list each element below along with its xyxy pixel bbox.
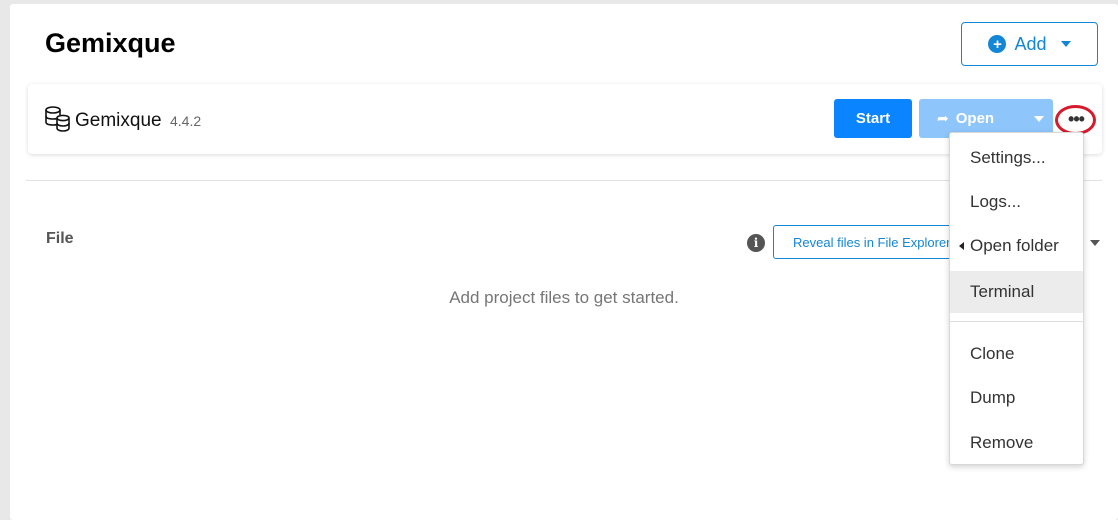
- menu-item-label: Logs...: [970, 192, 1022, 211]
- add-button-label: Add: [1014, 33, 1047, 54]
- page-title: Gemixque: [45, 28, 176, 58]
- chevron-down-icon: [1034, 115, 1044, 122]
- menu-item-logs[interactable]: Logs...: [950, 186, 1083, 218]
- open-button-label: Open: [955, 110, 995, 127]
- sign-in-icon: ➦: [937, 110, 949, 126]
- menu-item-settings[interactable]: Settings...: [950, 142, 1083, 174]
- chevron-down-icon[interactable]: [1090, 240, 1100, 246]
- menu-separator: [950, 321, 1083, 322]
- database-version: 4.4.2: [170, 113, 202, 129]
- menu-item-remove[interactable]: Remove: [950, 427, 1083, 459]
- menu-item-open-folder[interactable]: Open folder: [950, 230, 1083, 262]
- menu-item-label: Settings...: [970, 148, 1046, 167]
- more-options-menu: Settings... Logs... Open folder Terminal…: [949, 132, 1084, 465]
- chevron-left-icon: [959, 242, 964, 250]
- menu-item-label: Terminal: [970, 282, 1035, 301]
- database-name: Gemixque: [75, 110, 162, 131]
- project-panel: Gemixque + Add Gemixque 4.4.2 Start ➦ Op…: [10, 4, 1118, 520]
- add-button[interactable]: + Add: [961, 22, 1098, 66]
- menu-item-clone[interactable]: Clone: [950, 338, 1083, 370]
- menu-item-label: Remove: [970, 433, 1034, 452]
- start-button[interactable]: Start: [834, 99, 912, 138]
- menu-item-terminal[interactable]: Terminal: [950, 271, 1083, 313]
- menu-item-label: Clone: [970, 344, 1015, 363]
- info-icon[interactable]: i: [747, 234, 765, 252]
- more-options-button[interactable]: •••: [1058, 104, 1094, 134]
- section-divider: [26, 180, 1102, 181]
- plus-circle-icon: +: [988, 35, 1007, 53]
- chevron-down-icon: [1060, 41, 1071, 47]
- database-icon: [45, 106, 70, 132]
- database-card: Gemixque 4.4.2 Start ➦ Open •••: [28, 84, 1102, 154]
- menu-item-dump[interactable]: Dump: [950, 382, 1083, 414]
- files-section-label: File: [46, 230, 74, 247]
- menu-item-label: Dump: [970, 388, 1016, 407]
- menu-item-label: Open folder: [970, 236, 1059, 255]
